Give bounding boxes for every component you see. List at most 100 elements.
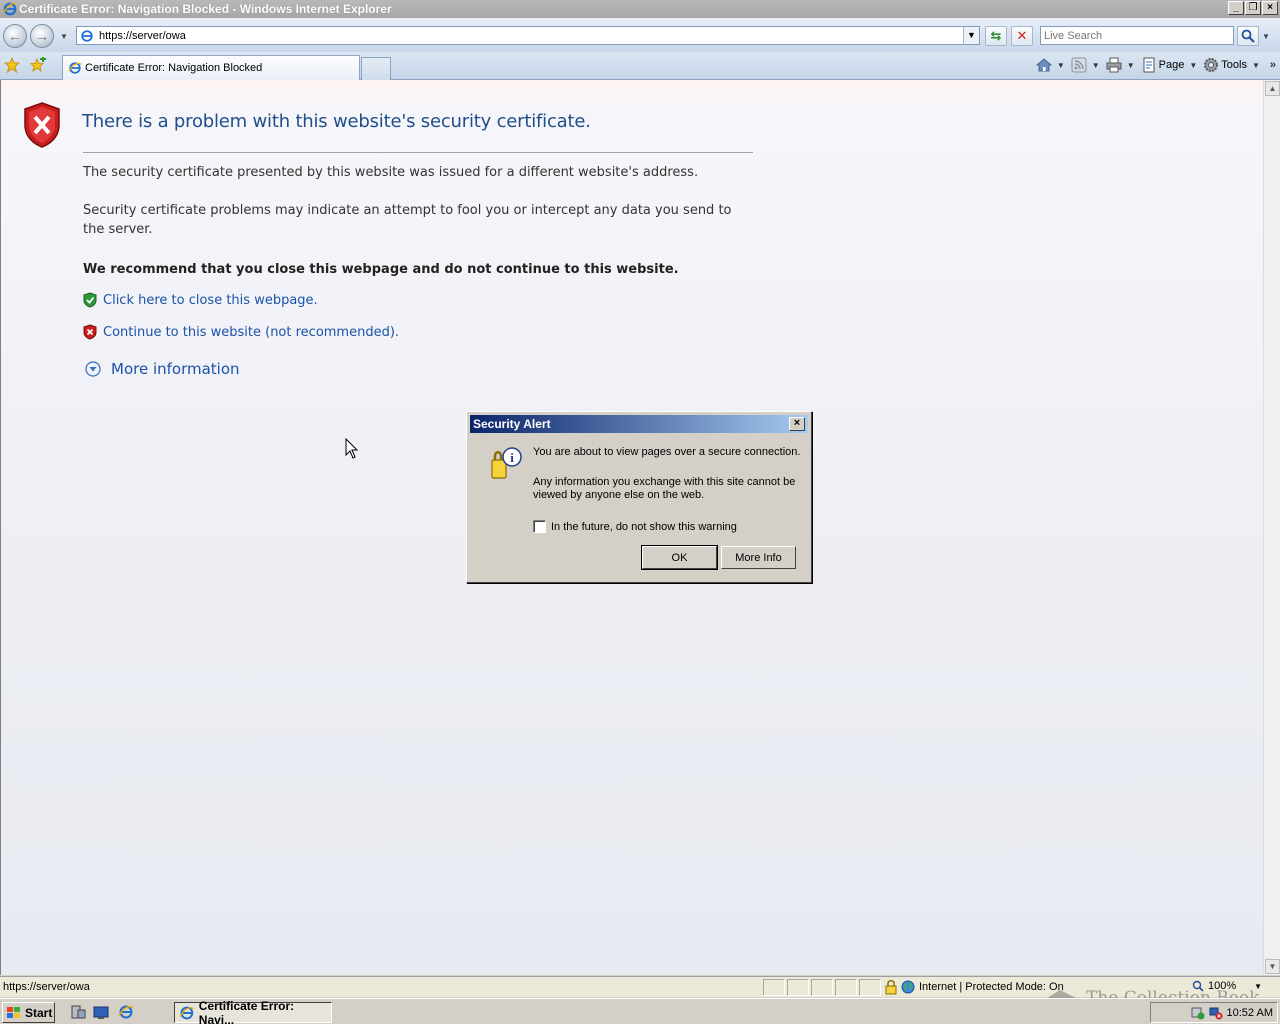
- security-zone[interactable]: Internet | Protected Mode: On: [901, 980, 1064, 994]
- page-dropdown-icon: ▼: [1189, 60, 1198, 70]
- home-icon: [1035, 58, 1052, 72]
- page-icon: [1143, 57, 1155, 73]
- taskbar-ie-window[interactable]: Certificate Error: Navi...: [174, 998, 332, 1024]
- ok-button[interactable]: OK: [641, 545, 718, 570]
- ie-logo-icon: [3, 2, 17, 16]
- zoom-level[interactable]: 100% ▼: [1192, 980, 1262, 992]
- status-pane: [811, 978, 833, 996]
- refresh-button[interactable]: ⇆: [985, 26, 1007, 46]
- chevron-right-icon[interactable]: »: [1270, 59, 1276, 71]
- continue-option[interactable]: Continue to this website (not recommende…: [83, 324, 399, 340]
- new-tab-button[interactable]: [361, 57, 391, 80]
- tab-label: Certificate Error: Navigation Blocked: [85, 62, 263, 74]
- tab-bar: Certificate Error: Navigation Blocked ▼ …: [0, 52, 1280, 80]
- ie-page-icon: [68, 62, 82, 74]
- chevron-down-circle-icon: [85, 361, 101, 377]
- close-window-button[interactable]: ×: [1262, 1, 1278, 15]
- clock[interactable]: 10:52 AM: [1227, 1007, 1273, 1019]
- page-menu[interactable]: Page ▼: [1141, 56, 1198, 74]
- page-menu-label: Page: [1158, 59, 1185, 71]
- dont-show-warning-option[interactable]: In the future, do not show this warning: [533, 520, 737, 533]
- navigation-bar: ← → ▼ https://server/owa ▼ ⇆ ✕ ▼: [0, 18, 1280, 52]
- forward-button[interactable]: →: [30, 24, 54, 48]
- page-title: There is a problem with this website's s…: [82, 111, 591, 132]
- start-button[interactable]: Start: [2, 1002, 55, 1023]
- print-button[interactable]: ▼: [1106, 56, 1135, 74]
- feeds-button[interactable]: ▼: [1071, 56, 1100, 74]
- dont-show-warning-checkbox[interactable]: [533, 520, 546, 533]
- back-button[interactable]: ←: [3, 24, 27, 48]
- address-bar[interactable]: https://server/owa ▼: [76, 26, 980, 45]
- show-desktop-icon[interactable]: [93, 1004, 109, 1020]
- zoom-dropdown-icon: ▼: [1254, 981, 1263, 991]
- tools-dropdown-icon: ▼: [1251, 60, 1260, 70]
- red-shield-x-icon: [83, 324, 97, 340]
- tab-certificate-error[interactable]: Certificate Error: Navigation Blocked: [62, 55, 360, 80]
- divider: [83, 152, 753, 153]
- mouse-cursor-icon: [345, 438, 359, 459]
- red-shield-x-icon: [24, 102, 60, 148]
- refresh-icon: ⇆: [990, 28, 1002, 43]
- status-pane: [859, 978, 881, 996]
- network-tray-icon[interactable]: [1209, 1006, 1223, 1020]
- search-button[interactable]: [1237, 26, 1259, 46]
- maximize-button[interactable]: ❐: [1245, 1, 1261, 15]
- home-dropdown-icon[interactable]: ▼: [1057, 61, 1065, 70]
- window-titlebar[interactable]: Certificate Error: Navigation Blocked - …: [0, 0, 1280, 18]
- error-description: The security certificate presented by th…: [83, 165, 699, 180]
- status-pane: [835, 978, 857, 996]
- server-manager-icon[interactable]: [70, 1004, 86, 1020]
- close-page-option[interactable]: Click here to close this webpage.: [83, 292, 318, 308]
- dont-show-warning-label: In the future, do not show this warning: [551, 520, 737, 533]
- search-input[interactable]: [1041, 27, 1233, 44]
- recent-pages-dropdown[interactable]: ▼: [60, 32, 68, 41]
- dialog-title: Security Alert: [473, 417, 551, 431]
- scroll-down-arrow[interactable]: ▼: [1265, 959, 1280, 974]
- home-button[interactable]: ▼: [1035, 56, 1065, 74]
- padlock-info-icon: i: [491, 447, 522, 479]
- windows-logo-icon: [7, 1006, 20, 1018]
- tools-menu[interactable]: Tools ▼: [1203, 56, 1260, 74]
- security-tray-icon[interactable]: [1191, 1006, 1205, 1020]
- search-icon: [1241, 29, 1255, 43]
- rss-feed-icon: [1071, 57, 1087, 73]
- dialog-close-button[interactable]: ×: [789, 417, 805, 431]
- back-arrow-icon: ←: [8, 28, 22, 44]
- taskbar-window-label: Certificate Error: Navi...: [198, 998, 295, 1024]
- security-lock-status-icon[interactable]: [883, 979, 899, 995]
- status-url: https://server/owa: [3, 981, 90, 993]
- ie-launch-icon[interactable]: [118, 1004, 134, 1020]
- printer-icon: [1106, 57, 1122, 73]
- zoom-label: 100%: [1208, 980, 1237, 992]
- more-information-label: More information: [111, 360, 240, 378]
- more-information-toggle[interactable]: More information: [85, 360, 240, 378]
- continue-link[interactable]: Continue to this website (not recommende…: [103, 325, 399, 340]
- print-dropdown-icon[interactable]: ▼: [1127, 61, 1135, 70]
- address-url[interactable]: https://server/owa: [99, 30, 186, 42]
- more-info-button[interactable]: More Info: [721, 546, 796, 569]
- minimize-button[interactable]: _: [1228, 1, 1244, 15]
- taskbar: Start Certificate Error: Navi... 10:52 A…: [0, 998, 1280, 1024]
- ie-page-icon: [81, 29, 93, 42]
- close-page-link[interactable]: Click here to close this webpage.: [103, 293, 318, 308]
- favorites-star-icon[interactable]: [4, 57, 20, 73]
- search-box[interactable]: [1040, 26, 1234, 45]
- security-warning-text: Security certificate problems may indica…: [83, 203, 732, 237]
- ie-logo-icon: [179, 1006, 195, 1019]
- search-options-dropdown[interactable]: ▼: [1262, 32, 1270, 41]
- vertical-scrollbar[interactable]: ▲ ▼: [1263, 80, 1280, 975]
- dialog-titlebar[interactable]: Security Alert ×: [470, 415, 808, 433]
- dialog-message: You are about to view pages over a secur…: [533, 446, 801, 458]
- scroll-up-arrow[interactable]: ▲: [1265, 81, 1280, 96]
- security-alert-dialog: Security Alert × i You are about to view…: [466, 411, 812, 583]
- status-bar: https://server/owa Internet | Protected …: [0, 976, 1280, 997]
- add-favorite-icon[interactable]: [30, 57, 46, 73]
- start-label: Start: [25, 1005, 53, 1020]
- system-tray: 10:52 AM: [1150, 1002, 1278, 1023]
- address-dropdown[interactable]: ▼: [963, 27, 979, 44]
- feeds-dropdown-icon[interactable]: ▼: [1092, 61, 1100, 70]
- command-bar: ▼ ▼ ▼ Page ▼ Tools ▼ »: [1035, 56, 1276, 74]
- stop-icon: ✕: [1016, 28, 1028, 43]
- status-pane: [763, 978, 785, 996]
- stop-button[interactable]: ✕: [1011, 26, 1033, 46]
